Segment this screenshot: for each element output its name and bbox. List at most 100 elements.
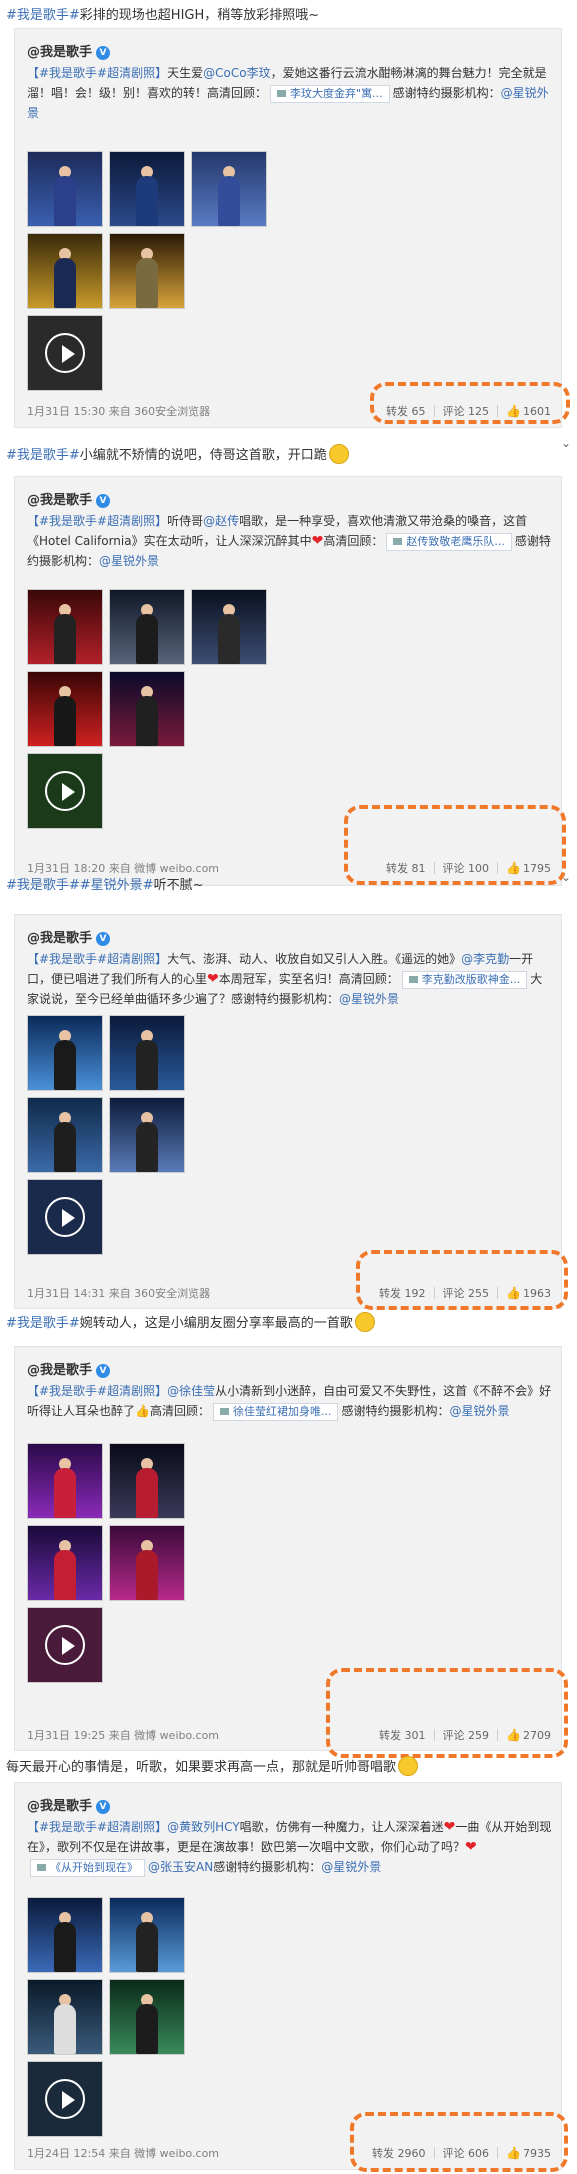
mention-link[interactable]: @张玉安AN bbox=[148, 1860, 213, 1874]
play-icon[interactable] bbox=[45, 771, 85, 811]
photo-thumbnail[interactable] bbox=[27, 233, 103, 309]
topic-link[interactable]: #我是歌手# bbox=[6, 8, 80, 23]
photo-thumbnail[interactable] bbox=[109, 589, 185, 665]
author-name[interactable]: @我是歌手 V bbox=[27, 927, 111, 946]
video-thumbnail[interactable] bbox=[27, 2061, 103, 2137]
author-name[interactable]: @我是歌手 V bbox=[27, 1795, 111, 1814]
author-name[interactable]: @我是歌手 V bbox=[27, 1359, 111, 1378]
weibo-card: @我是歌手 V 【#我是歌手#超清剧照】天生爱@CoCo李玟，爱她这番行云流水酣畅… bbox=[14, 28, 562, 428]
video-icon bbox=[277, 89, 287, 97]
photo-thumbnail[interactable] bbox=[109, 1897, 185, 1973]
action-bar: 转发 65 评论 125 👍 1601 bbox=[386, 403, 551, 419]
photo-thumbnail[interactable] bbox=[27, 1525, 103, 1601]
photo-thumbnail[interactable] bbox=[109, 671, 185, 747]
mention-link[interactable]: @CoCo李玟 bbox=[203, 66, 270, 80]
video-icon bbox=[393, 537, 403, 545]
repost-button[interactable]: 转发 81 bbox=[386, 860, 426, 876]
video-thumbnail[interactable] bbox=[27, 315, 103, 391]
mention-link[interactable]: @黄致列HCY bbox=[167, 1820, 240, 1834]
topic-link[interactable]: 【#我是歌手#超清剧照】 bbox=[27, 1820, 167, 1834]
chevron-down-icon[interactable]: ⌄ bbox=[561, 436, 571, 450]
emoji-icon bbox=[398, 1756, 419, 1776]
thumbs-up-icon: 👍 bbox=[506, 861, 521, 875]
video-thumbnail[interactable] bbox=[27, 753, 103, 829]
photo-thumbnail[interactable] bbox=[27, 1979, 103, 2055]
clap-icon: 👍 bbox=[135, 1404, 150, 1418]
topic-link[interactable]: #我是歌手# bbox=[6, 1316, 80, 1331]
repost-button[interactable]: 转发 192 bbox=[379, 1285, 426, 1301]
video-link-chip[interactable]: 李玟大度金弃"寓... bbox=[270, 84, 390, 103]
topic-link[interactable]: 【#我是歌手#超清剧照】 bbox=[27, 66, 167, 80]
mention-link[interactable]: @李克勤 bbox=[461, 952, 509, 966]
video-link-chip[interactable]: 《从开始到现在》 bbox=[30, 1858, 145, 1877]
play-icon[interactable] bbox=[45, 1197, 85, 1237]
mention-link[interactable]: @星锐外景 bbox=[321, 1860, 381, 1874]
comment-button[interactable]: 评论 255 bbox=[443, 1285, 490, 1301]
comment-button[interactable]: 评论 125 bbox=[443, 403, 490, 419]
like-button[interactable]: 👍 7935 bbox=[506, 2146, 551, 2160]
play-icon[interactable] bbox=[45, 333, 85, 373]
photo-thumbnail[interactable] bbox=[27, 1097, 103, 1173]
author-name[interactable]: @我是歌手 V bbox=[27, 489, 111, 508]
post-timestamp[interactable]: 1月31日 15:30 来自 360安全浏览器 bbox=[27, 403, 210, 419]
mention-link[interactable]: @星锐外景 bbox=[450, 1404, 510, 1418]
photo-thumbnail[interactable] bbox=[191, 589, 267, 665]
play-icon[interactable] bbox=[45, 1625, 85, 1665]
photo-thumbnail[interactable] bbox=[27, 1015, 103, 1091]
topic-link[interactable]: #我是歌手# bbox=[6, 448, 80, 463]
photo-thumbnail[interactable] bbox=[109, 1525, 185, 1601]
topic-link[interactable]: 【#我是歌手#超清剧照】 bbox=[27, 952, 167, 966]
photo-thumbnail[interactable] bbox=[109, 1443, 185, 1519]
mention-link[interactable]: @徐佳莹 bbox=[167, 1384, 215, 1398]
verified-icon: V bbox=[96, 1364, 111, 1378]
mention-link[interactable]: @星锐外景 bbox=[99, 554, 159, 568]
photo-thumbnail[interactable] bbox=[27, 671, 103, 747]
video-thumbnail[interactable] bbox=[27, 1607, 103, 1683]
photo-thumbnail[interactable] bbox=[109, 151, 185, 227]
repost-button[interactable]: 转发 301 bbox=[379, 1727, 426, 1743]
heart-icon: ❤ bbox=[465, 1839, 477, 1855]
photo-thumbnail[interactable] bbox=[109, 1979, 185, 2055]
photo-thumbnail[interactable] bbox=[109, 1097, 185, 1173]
comment-button[interactable]: 评论 259 bbox=[443, 1727, 490, 1743]
repost-button[interactable]: 转发 65 bbox=[386, 403, 426, 419]
photo-thumbnail[interactable] bbox=[109, 1015, 185, 1091]
video-icon bbox=[219, 1407, 229, 1415]
chevron-down-icon[interactable]: ⌄ bbox=[561, 870, 571, 884]
thumbs-up-icon: 👍 bbox=[506, 1286, 521, 1300]
topic-link[interactable]: 【#我是歌手#超清剧照】 bbox=[27, 514, 167, 528]
author-name[interactable]: @我是歌手 V bbox=[27, 41, 111, 60]
heart-icon: ❤ bbox=[207, 971, 219, 987]
post-timestamp[interactable]: 1月31日 14:31 来自 360安全浏览器 bbox=[27, 1285, 210, 1301]
mention-link[interactable]: @赵传 bbox=[203, 514, 239, 528]
like-button[interactable]: 👍 1601 bbox=[506, 404, 551, 418]
video-link-chip[interactable]: 李克勤改版歌神金... bbox=[401, 970, 528, 989]
photo-thumbnail[interactable] bbox=[27, 1443, 103, 1519]
comment-button[interactable]: 评论 100 bbox=[443, 860, 490, 876]
video-link-chip[interactable]: 赵传致敬老鹰乐队... bbox=[386, 532, 512, 551]
post-caption: #我是歌手##星锐外景#听不腻~ bbox=[6, 878, 204, 893]
topic-link[interactable]: 【#我是歌手#超清剧照】 bbox=[27, 1384, 167, 1398]
photo-thumbnail[interactable] bbox=[27, 589, 103, 665]
mention-link[interactable]: @星锐外景 bbox=[339, 992, 399, 1006]
photo-thumbnail[interactable] bbox=[27, 1897, 103, 1973]
action-bar: 转发 2960 评论 606 👍 7935 bbox=[372, 2145, 551, 2161]
like-button[interactable]: 👍 2709 bbox=[506, 1728, 551, 1742]
weibo-card: @我是歌手 V 【#我是歌手#超清剧照】@徐佳莹从小清新到小迷醉，自由可爱又不失野… bbox=[14, 1346, 562, 1751]
photo-thumbnail[interactable] bbox=[27, 151, 103, 227]
post-caption: #我是歌手#婉转动人，这是小编朋友圈分享率最高的一首歌 bbox=[6, 1312, 375, 1332]
repost-button[interactable]: 转发 2960 bbox=[372, 2145, 426, 2161]
like-button[interactable]: 👍 1963 bbox=[506, 1286, 551, 1300]
video-link-chip[interactable]: 徐佳莹红裙加身唯... bbox=[212, 1402, 339, 1421]
weibo-card: @我是歌手 V 【#我是歌手#超清剧照】大气、澎湃、动人、收放自如又引人入胜。《遥… bbox=[14, 914, 562, 1309]
play-icon[interactable] bbox=[45, 2079, 85, 2119]
photo-thumbnail[interactable] bbox=[191, 151, 267, 227]
comment-button[interactable]: 评论 606 bbox=[443, 2145, 490, 2161]
post-timestamp[interactable]: 1月24日 12:54 来自 微博 weibo.com bbox=[27, 2145, 219, 2161]
post-body: 【#我是歌手#超清剧照】大气、澎湃、动人、收放自如又引人入胜。《遥远的她》@李克… bbox=[27, 952, 543, 1006]
topic-link[interactable]: #我是歌手##星锐外景# bbox=[6, 878, 154, 893]
photo-thumbnail[interactable] bbox=[109, 233, 185, 309]
video-thumbnail[interactable] bbox=[27, 1179, 103, 1255]
like-button[interactable]: 👍 1795 bbox=[506, 861, 551, 875]
post-timestamp[interactable]: 1月31日 19:25 来自 微博 weibo.com bbox=[27, 1727, 219, 1743]
